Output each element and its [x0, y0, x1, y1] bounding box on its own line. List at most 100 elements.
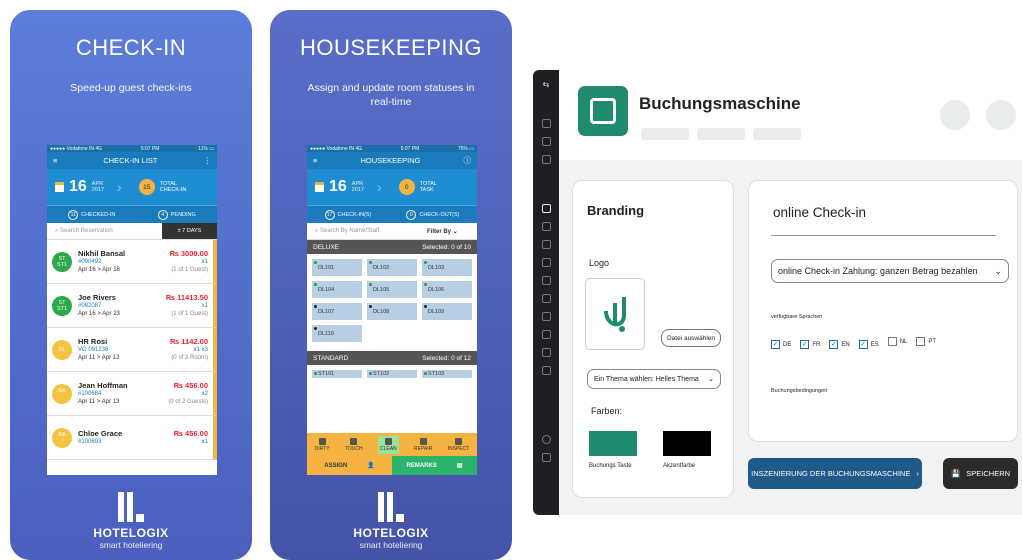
room-tile[interactable]: ST101 — [312, 370, 362, 378]
sidebar-logo-icon[interactable]: ⇆ — [533, 80, 559, 89]
menu-icon[interactable]: ≡ — [53, 156, 57, 165]
sidebar-item-icon[interactable] — [541, 330, 551, 339]
tab-check-ins[interactable]: 17 CHECK-IN(S) — [324, 209, 371, 220]
carrier: ●●●●● Vodafone IN 4G — [310, 146, 363, 152]
tab-check-outs[interactable]: 0 CHECK-OUT(S) — [406, 209, 459, 220]
guest-list-item[interactable]: ST ST1 Joe Rivers #082087 Apr 16 > Apr 23 … — [47, 284, 217, 328]
calendar-icon[interactable] — [315, 182, 324, 192]
info-icon[interactable]: ⓘ — [464, 155, 472, 166]
settings-icon[interactable] — [541, 453, 551, 462]
header-avatar[interactable] — [940, 100, 970, 130]
language-checkbox-fr[interactable]: ✓ FR — [800, 340, 820, 349]
room-tile[interactable]: DL109 — [422, 303, 472, 320]
preview-booking-engine-button[interactable]: INSZENIERUNG DER BUCHUNGSMASCHINE › — [748, 458, 922, 489]
date-range-button[interactable]: ± 7 DAYS — [162, 223, 217, 239]
room-type-avatar: ST ST1 — [52, 251, 72, 272]
menu-icon[interactable]: ≡ — [313, 156, 317, 165]
room-tile[interactable]: DL108 — [367, 303, 417, 320]
checkout-count: 0 — [406, 209, 417, 220]
room-tile[interactable]: DL107 — [312, 303, 362, 320]
section-standard-label: STANDARD — [313, 354, 349, 362]
search-input[interactable]: ⌕ Search By Name/Staff — [307, 228, 427, 235]
room-tile[interactable]: DL110 — [312, 325, 362, 342]
guest-list-item[interactable]: ST ST1 Nikhil Bansal #090492 Apr 16 > Apr … — [47, 240, 217, 284]
sidebar-item-icon[interactable] — [541, 155, 551, 164]
battery: 76% ▭ — [457, 146, 474, 152]
more-icon[interactable]: ⋮ — [203, 156, 211, 165]
status-dirty-button[interactable]: DIRTY — [314, 437, 330, 452]
language-checkbox-de[interactable]: ✓ DE — [771, 340, 791, 349]
person-icon: 👤 — [367, 463, 375, 469]
header-avatar[interactable] — [986, 100, 1016, 130]
room-tile[interactable]: ST103 — [422, 370, 472, 378]
sidebar-item-icon[interactable] — [541, 348, 551, 357]
sidebar-item-icon[interactable] — [541, 240, 551, 249]
button-color-swatch[interactable] — [589, 431, 637, 456]
sidebar-item-icon[interactable] — [541, 119, 551, 128]
sidebar: ⇆ — [533, 70, 559, 515]
room-tile[interactable]: DL103 — [422, 259, 472, 276]
date-day: 16 — [69, 178, 87, 195]
app-bar: ≡ HOUSEKEEPING ⓘ — [307, 152, 477, 169]
search-input[interactable]: ⌕ Search Reservation — [47, 228, 162, 235]
tab-checked-in[interactable]: 11 CHECKED-IN — [68, 209, 115, 220]
upload-file-button[interactable]: Datei auswählen — [661, 329, 721, 347]
logo-label: Logo — [589, 258, 610, 268]
sidebar-item-icon[interactable] — [541, 137, 551, 146]
status-clean-button[interactable]: CLEAN — [377, 435, 399, 454]
room-tile[interactable]: DL101 — [312, 259, 362, 276]
status-inspect-button[interactable]: INSPECT — [448, 437, 469, 452]
section-deluxe[interactable]: DELUXE Selected: 0 of 10 — [307, 240, 477, 254]
theme-select[interactable]: Ein Thema wählen: Helles Thema ⌄ — [587, 369, 721, 389]
sidebar-item-icon[interactable] — [541, 258, 551, 267]
status-icon — [419, 437, 427, 445]
reservation-id: #082087 — [78, 302, 102, 309]
sidebar-item-icon[interactable] — [541, 204, 551, 213]
checkin-promo-panel: CHECK-IN Speed-up guest check-ins ●●●●● … — [10, 10, 252, 560]
sidebar-item-icon[interactable] — [541, 294, 551, 303]
language-checkbox-en[interactable]: ✓ EN — [829, 340, 850, 349]
language-checkbox-nl[interactable]: NL — [887, 337, 907, 346]
placeholder-chip — [641, 128, 689, 140]
save-button[interactable]: 💾 SPEICHERN — [943, 458, 1018, 489]
language-checkbox-pt[interactable]: PT — [916, 337, 936, 346]
status-label: TOUCH — [344, 445, 363, 452]
sidebar-item-icon[interactable] — [541, 435, 551, 444]
status-repair-button[interactable]: REPAIR — [414, 437, 432, 452]
date-year: 2017 — [351, 187, 365, 193]
brand-name: HOTELOGIX — [93, 526, 169, 540]
room-tile[interactable]: DL105 — [367, 281, 417, 298]
guest-status: (1 of 1 Guest) — [171, 310, 208, 317]
status-label: DIRTY — [314, 445, 330, 452]
sidebar-item-icon[interactable] — [541, 312, 551, 321]
room-tile[interactable]: DL106 — [422, 281, 472, 298]
room-tile[interactable]: ST102 — [367, 370, 417, 378]
section-standard[interactable]: STANDARD Selected: 0 of 12 — [307, 351, 477, 365]
sidebar-item-icon[interactable] — [541, 366, 551, 375]
accent-color-swatch[interactable] — [663, 431, 711, 456]
status-icon — [454, 437, 462, 445]
guest-name: Joe Rivers — [78, 292, 116, 302]
guest-name: Chloe Grace — [78, 428, 123, 438]
calendar-icon[interactable] — [55, 182, 64, 192]
filter-dropdown[interactable]: Filter By ⌄ — [427, 228, 477, 235]
date-year: 2017 — [91, 187, 105, 193]
tab-pending[interactable]: 4 PENDING — [157, 209, 196, 220]
guest-list-item[interactable]: DL HR Rosi VG 091236 Apr 11 > Apr 13 ₨ 114… — [47, 328, 217, 372]
guest-list-item[interactable]: BA - Chloe Grace #100693 ₨ 456.00 x1 — [47, 416, 217, 460]
status-icon — [318, 437, 326, 445]
total-label-2: CHECK-IN — [159, 187, 187, 193]
remarks-button[interactable]: REMARKS ▤ — [392, 456, 477, 475]
status-touch-button[interactable]: TOUCH — [344, 437, 363, 452]
assign-button[interactable]: ASSIGN 👤 — [307, 456, 392, 475]
room-tile[interactable]: DL104 — [312, 281, 362, 298]
search-row: ⌕ Search By Name/Staff Filter By ⌄ — [307, 223, 477, 240]
payment-select[interactable]: online Check-in Zahlung: ganzen Betrag b… — [771, 259, 1009, 283]
language-code: FR — [812, 341, 821, 348]
guest-list-item[interactable]: BA - Jean Hoffman #100684 Apr 11 > Apr 13 … — [47, 372, 217, 416]
sidebar-item-icon[interactable] — [541, 222, 551, 231]
room-tile[interactable]: DL102 — [367, 259, 417, 276]
language-checkbox-es[interactable]: ✓ ES — [858, 340, 879, 349]
reservation-id: #090492 — [78, 258, 102, 265]
sidebar-item-icon[interactable] — [541, 276, 551, 285]
